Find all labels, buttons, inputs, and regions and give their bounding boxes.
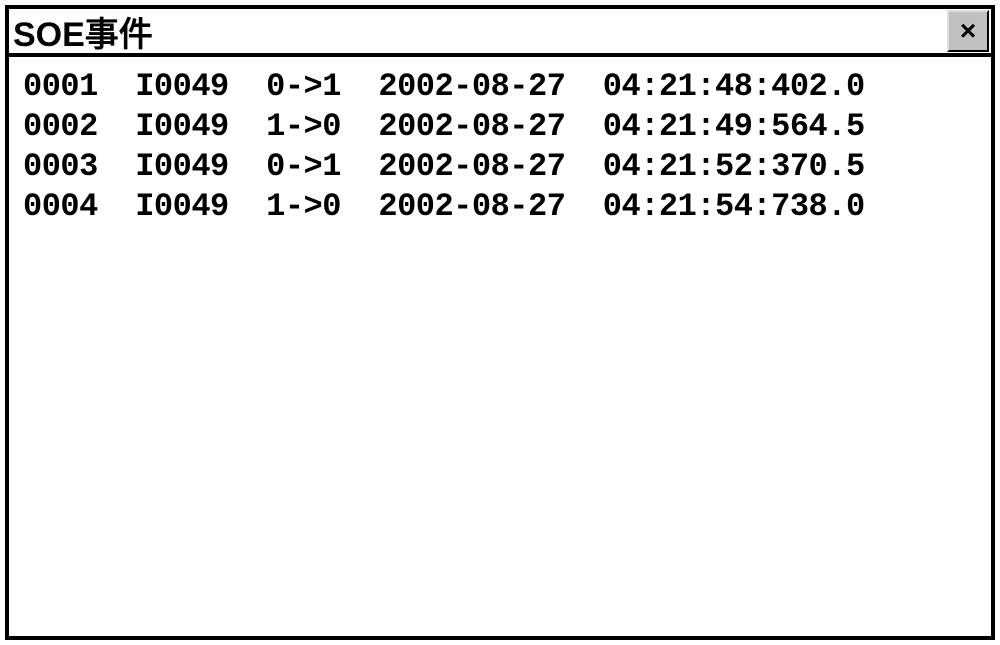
titlebar: SOE事件 × — [9, 9, 991, 57]
soe-events-window: SOE事件 × 0001 I0049 0->1 2002-08-27 04:21… — [5, 5, 995, 640]
window-title: SOE事件 — [9, 7, 153, 56]
event-row: 0004 I0049 1->0 2002-08-27 04:21:54:738.… — [23, 187, 977, 227]
close-icon: × — [960, 15, 976, 47]
event-row: 0003 I0049 0->1 2002-08-27 04:21:52:370.… — [23, 147, 977, 187]
close-button[interactable]: × — [947, 10, 989, 52]
event-list: 0001 I0049 0->1 2002-08-27 04:21:48:402.… — [9, 57, 991, 237]
event-row: 0001 I0049 0->1 2002-08-27 04:21:48:402.… — [23, 67, 977, 107]
event-row: 0002 I0049 1->0 2002-08-27 04:21:49:564.… — [23, 107, 977, 147]
